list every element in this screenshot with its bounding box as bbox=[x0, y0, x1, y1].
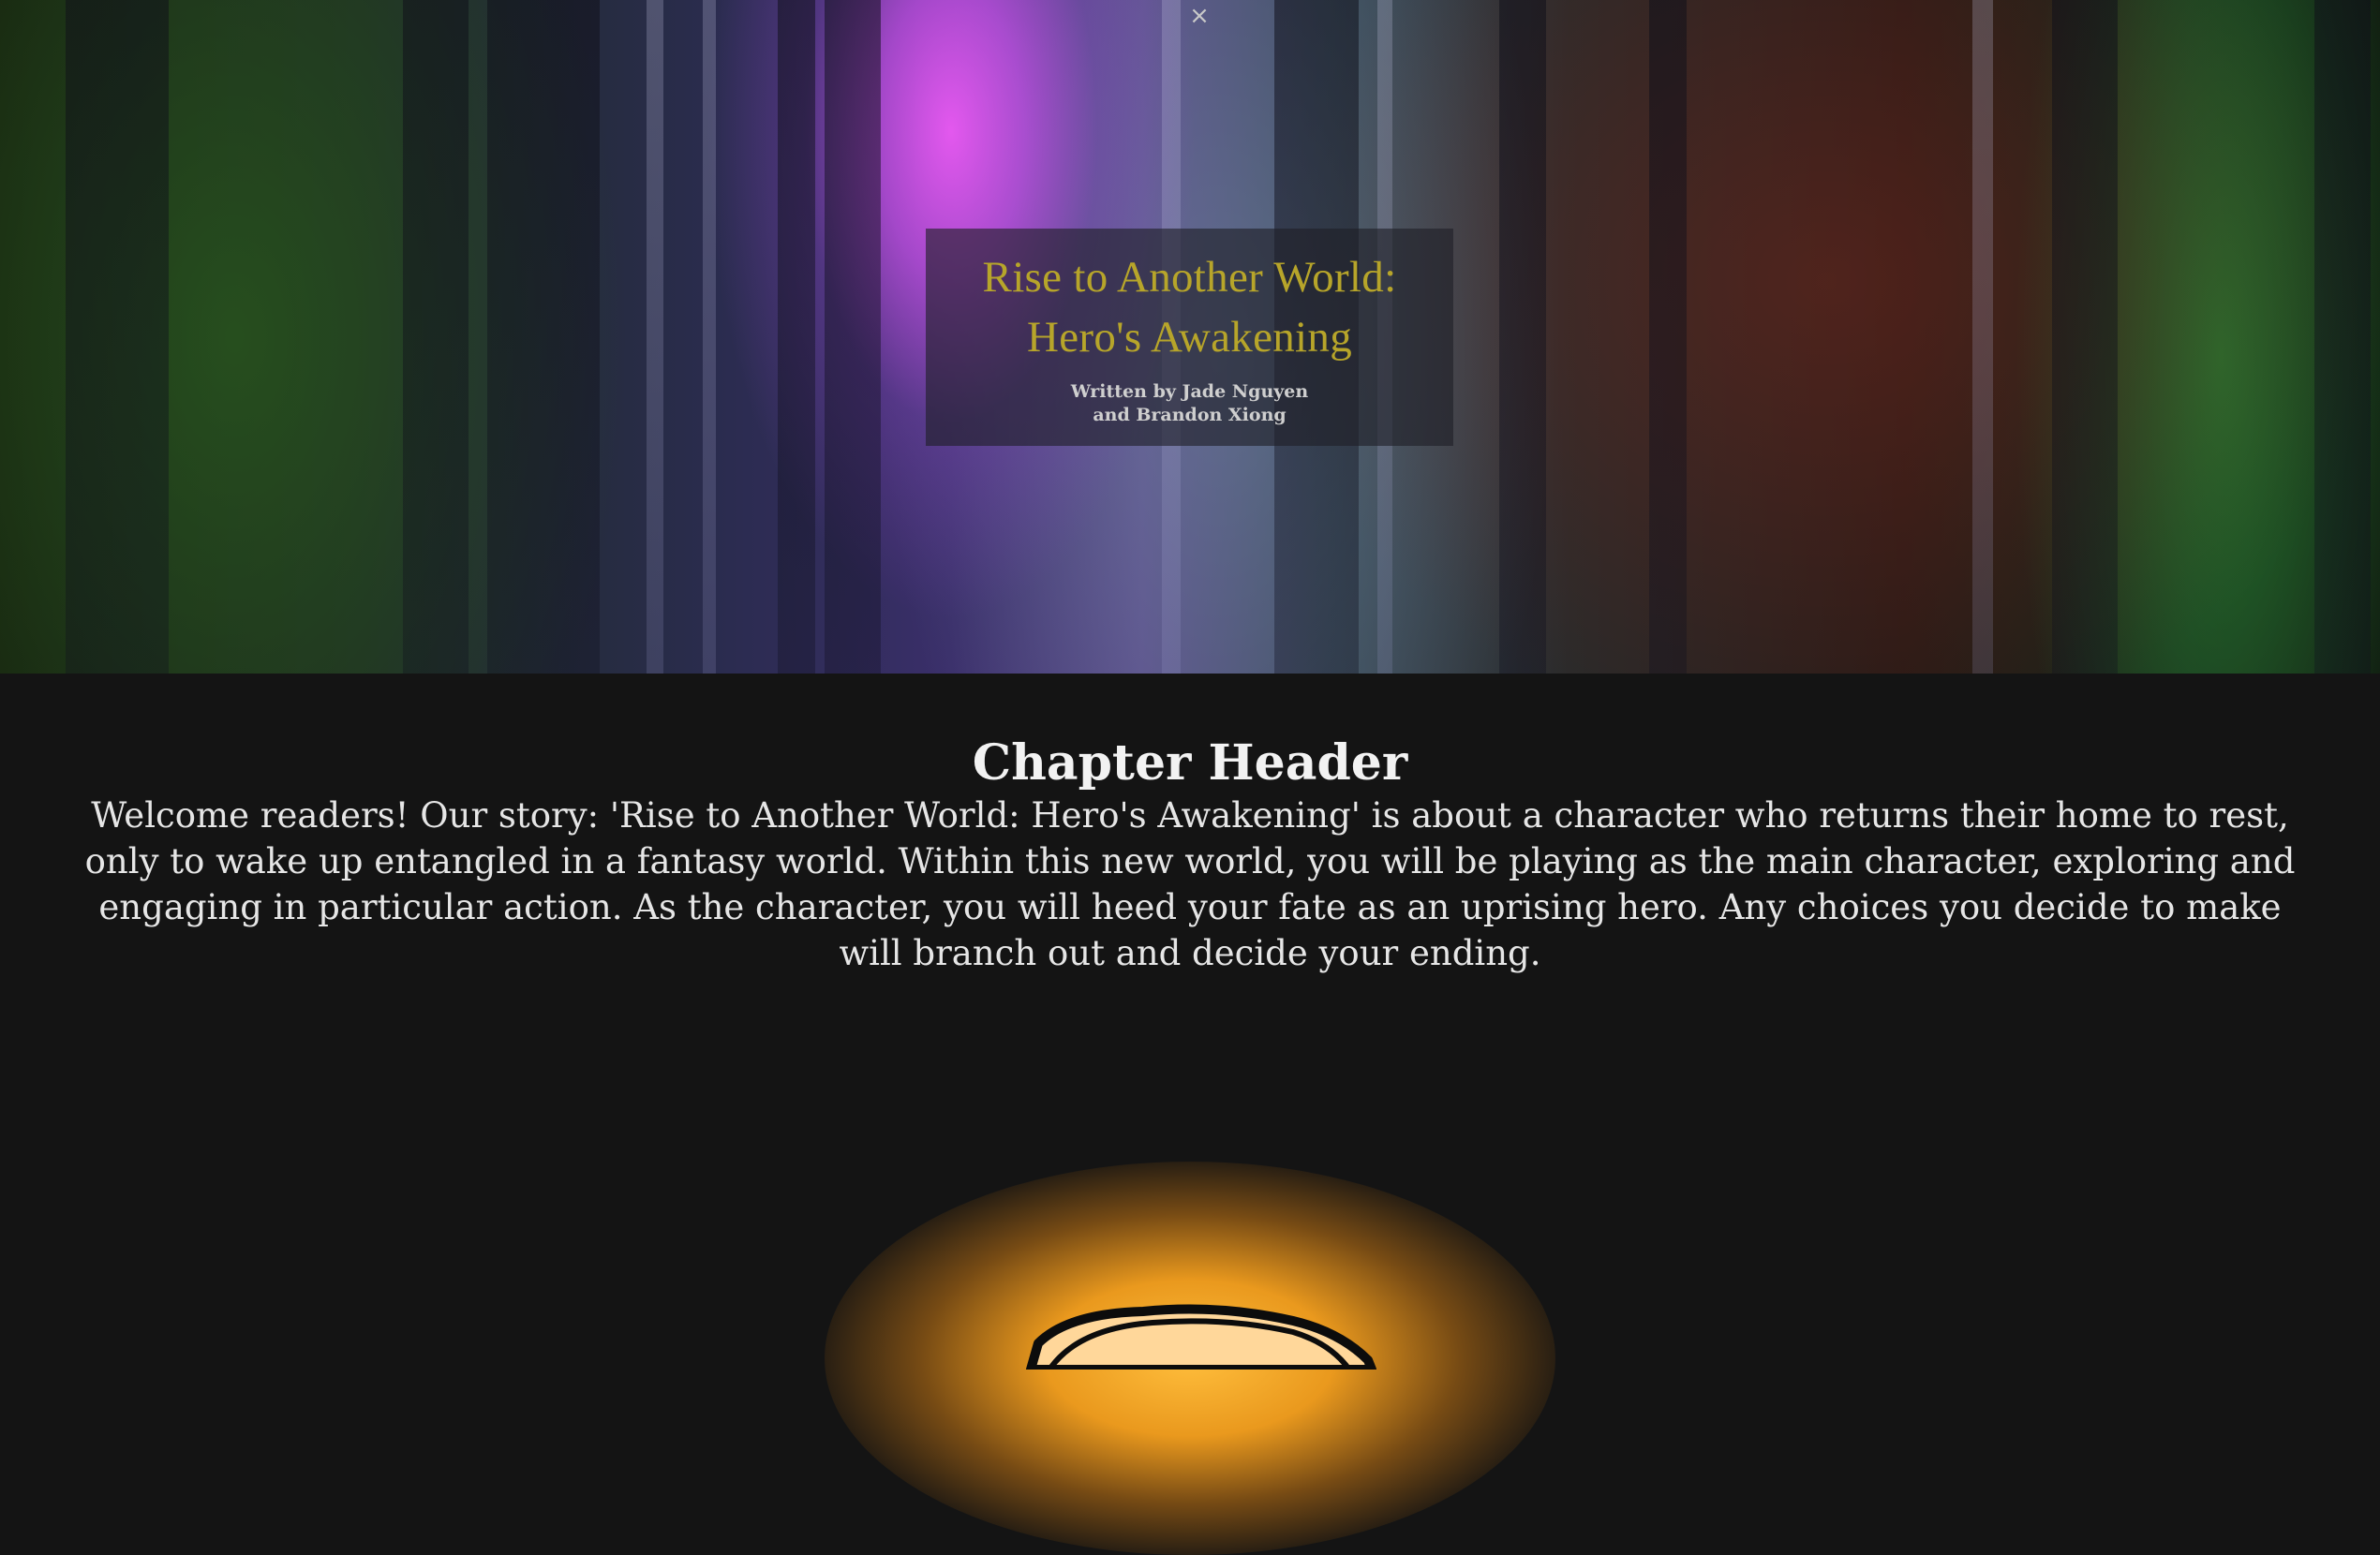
forest-tree bbox=[1649, 0, 1687, 674]
story-title-line-2: Hero's Awakening bbox=[1026, 313, 1353, 362]
byline-line-2: and Brandon Xiong bbox=[1093, 405, 1287, 425]
story-intro-paragraph: Welcome readers! Our story: 'Rise to Ano… bbox=[84, 795, 2296, 973]
forest-tree bbox=[2052, 0, 2118, 674]
close-icon[interactable]: × bbox=[1188, 2, 1211, 30]
forest-tree bbox=[2314, 0, 2371, 674]
forest-tree bbox=[1499, 0, 1546, 674]
title-card: Rise to Another World: Hero's Awakening … bbox=[926, 229, 1453, 446]
forest-tree bbox=[487, 0, 600, 674]
forest-tree bbox=[825, 0, 881, 674]
byline-line-1: Written by Jade Nguyen bbox=[1070, 381, 1309, 402]
forest-tree bbox=[403, 0, 469, 674]
character-portrait-image bbox=[1026, 1304, 1376, 1370]
forest-tree bbox=[703, 0, 716, 674]
forest-tree bbox=[1972, 0, 1993, 674]
chapter-header: Chapter Header bbox=[972, 734, 1408, 792]
hero-banner: × Rise to Another World: Hero's Awakenin… bbox=[0, 0, 2380, 674]
author-byline: Written by Jade Nguyen and Brandon Xiong bbox=[926, 380, 1453, 427]
story-title-line-1: Rise to Another World: bbox=[982, 253, 1397, 302]
forest-tree bbox=[66, 0, 169, 674]
forest-tree bbox=[647, 0, 663, 674]
forest-tree bbox=[778, 0, 815, 674]
